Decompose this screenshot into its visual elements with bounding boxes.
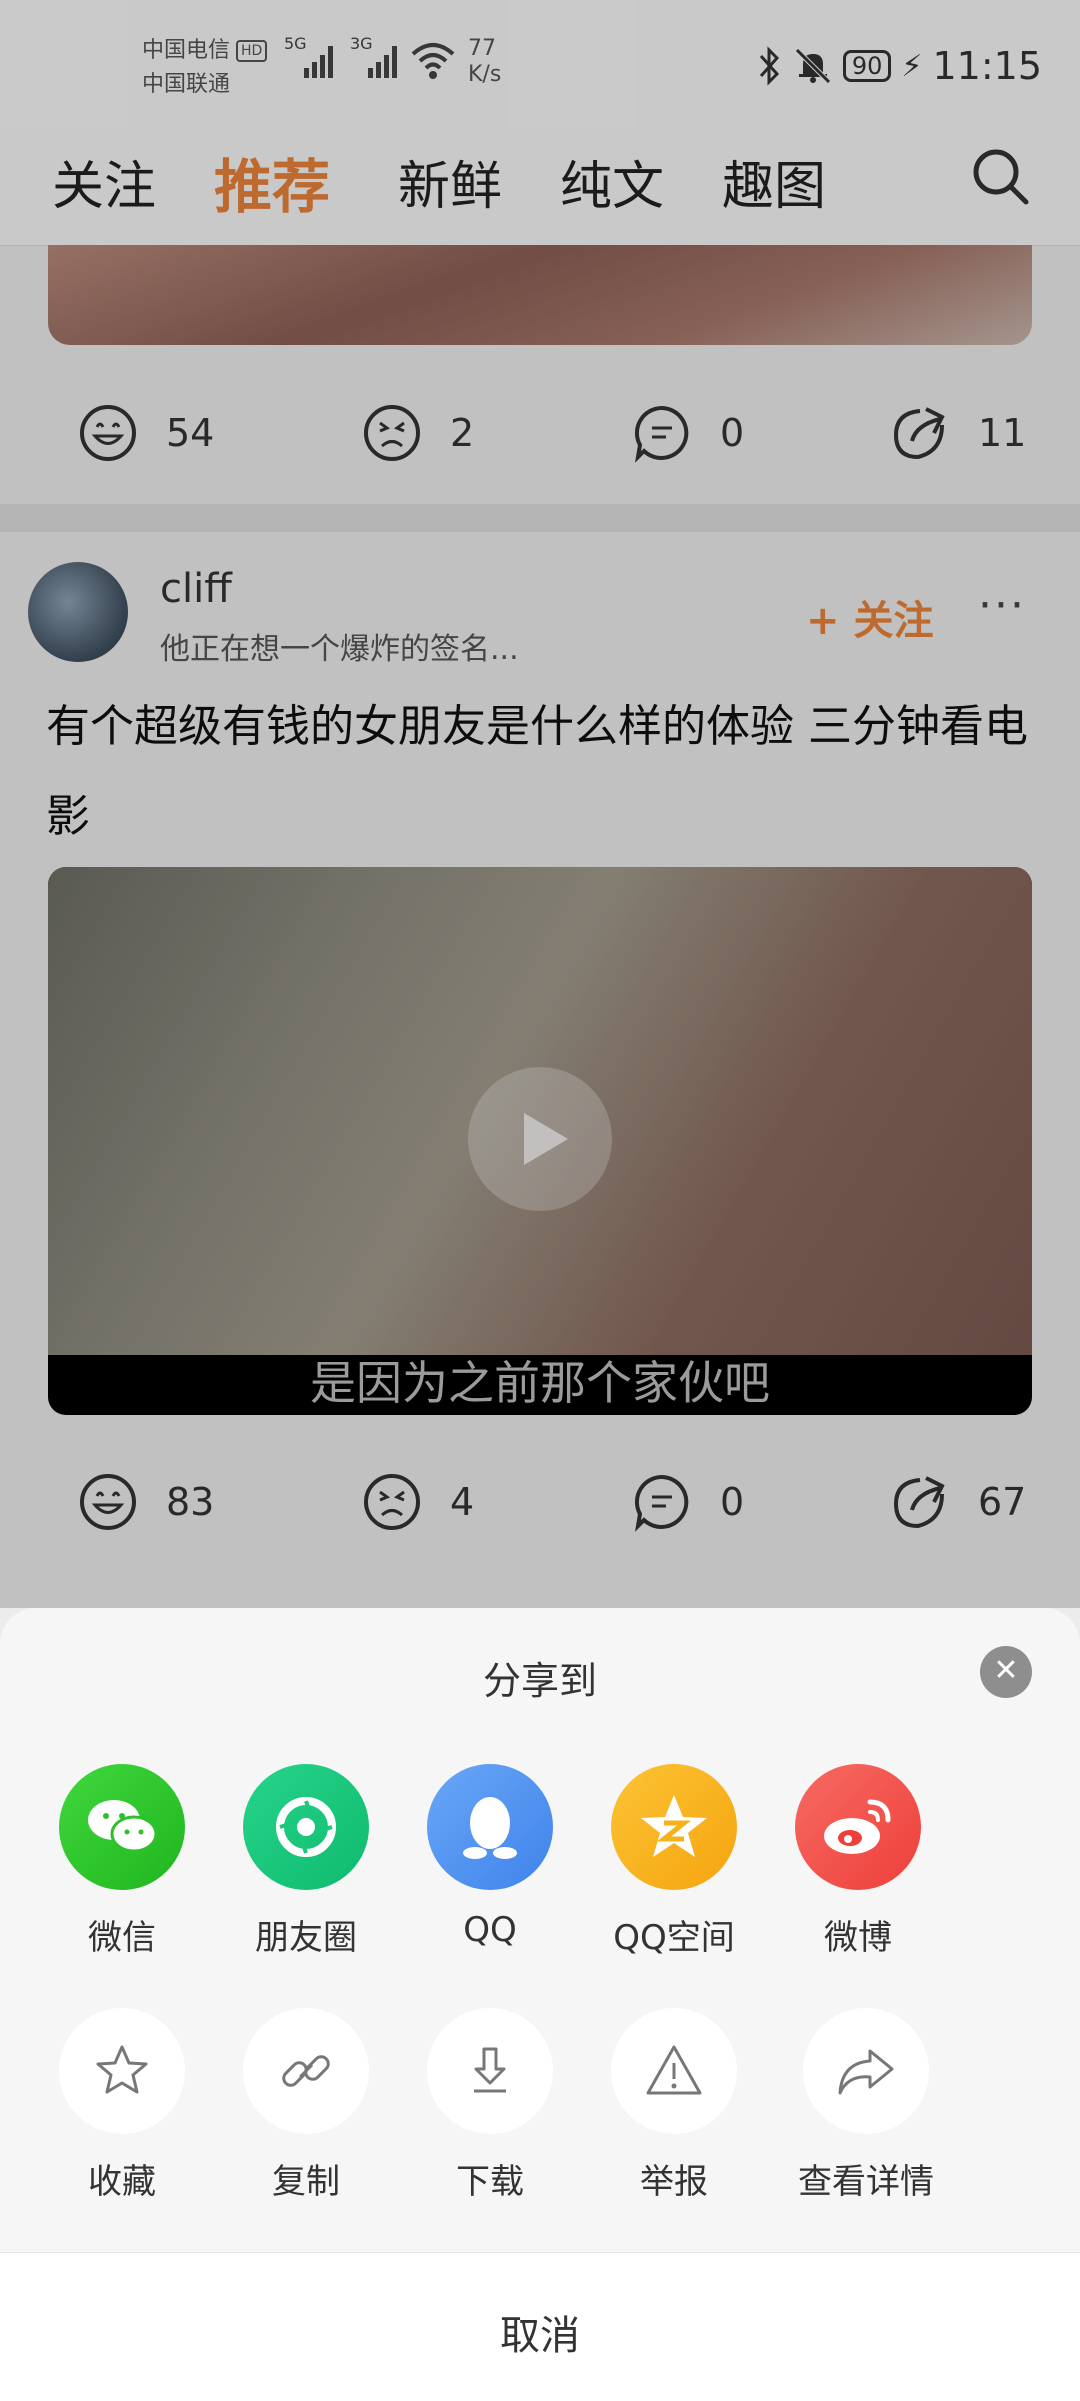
action-favorite-label: 收藏: [88, 2162, 156, 2202]
share-arrow-icon: [803, 2008, 929, 2134]
share-moments[interactable]: 朋友圈: [226, 1764, 386, 1959]
share-weibo[interactable]: 微博: [778, 1764, 938, 1959]
cancel-button[interactable]: 取消: [0, 2303, 1080, 2361]
cancel-bar: 取消: [0, 2252, 1080, 2401]
share-moments-label: 朋友圈: [255, 1918, 357, 1958]
star-icon: [59, 2008, 185, 2134]
share-qq[interactable]: QQ: [410, 1764, 570, 1950]
action-report[interactable]: 举报: [594, 2008, 754, 2203]
share-wechat[interactable]: 微信: [42, 1764, 202, 1959]
modal-backdrop[interactable]: [0, 0, 1080, 1608]
action-favorite[interactable]: 收藏: [42, 2008, 202, 2203]
share-qq-label: QQ: [463, 1910, 517, 1950]
weibo-icon: [795, 1764, 921, 1890]
link-icon: [243, 2008, 369, 2134]
action-copy-label: 复制: [272, 2162, 340, 2202]
action-copy[interactable]: 复制: [226, 2008, 386, 2203]
share-wechat-label: 微信: [88, 1918, 156, 1958]
share-qzone-label: QQ空间: [613, 1918, 735, 1958]
share-weibo-label: 微博: [824, 1918, 892, 1958]
warning-icon: [611, 2008, 737, 2134]
share-sheet-title: 分享到: [482, 1659, 597, 1703]
moments-icon: [243, 1764, 369, 1890]
action-report-label: 举报: [640, 2162, 708, 2202]
download-icon: [427, 2008, 553, 2134]
qq-icon: [427, 1764, 553, 1890]
action-download[interactable]: 下载: [410, 2008, 570, 2203]
action-details-label: 查看详情: [798, 2162, 934, 2202]
share-qzone[interactable]: QQ空间: [594, 1764, 754, 1959]
action-details[interactable]: 查看详情: [786, 2008, 946, 2203]
qzone-star-icon: [611, 1764, 737, 1890]
wechat-icon: [59, 1764, 185, 1890]
action-download-label: 下载: [456, 2162, 524, 2202]
close-icon[interactable]: ✕: [980, 1646, 1032, 1698]
